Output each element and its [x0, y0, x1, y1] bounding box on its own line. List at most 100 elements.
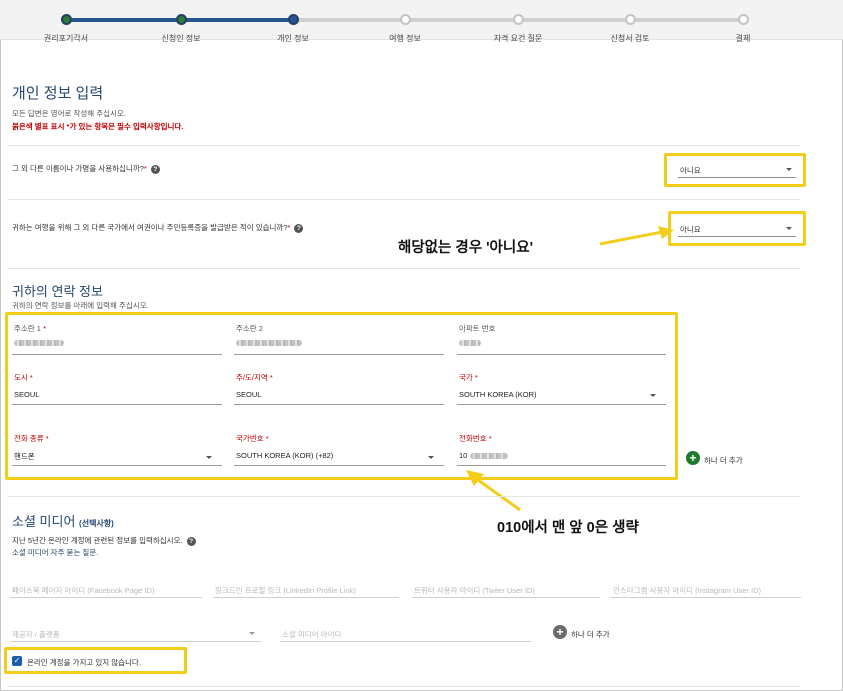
- divider: [8, 199, 800, 200]
- divider: [8, 268, 800, 269]
- social-faq-link[interactable]: 소셜 미디어 자주 묻는 질문.: [12, 547, 98, 558]
- annotation-no-hint: 해당없는 경우 '아니요': [398, 240, 534, 256]
- required-star: *: [143, 164, 147, 173]
- other-passport-value: 아니요: [680, 225, 701, 234]
- step-dot-6: [625, 14, 636, 25]
- annotation-phone-hint-num2: 0: [586, 520, 595, 536]
- country-code-label-text: 국가번호: [236, 434, 264, 443]
- step-dot-4: [400, 14, 411, 25]
- facebook-id-input[interactable]: 페이스북 페이지 아이디 (Facebook Page ID): [12, 585, 154, 596]
- question-other-passport-text: 귀하는 여행을 위해 그 외 다른 국가에서 여권이나 주민등록증을 발급받은 …: [12, 223, 288, 232]
- highlight-box-contact: [5, 312, 678, 480]
- address1-redacted-value: [14, 340, 64, 346]
- other-names-select[interactable]: 아니요: [678, 160, 796, 178]
- other-passport-select[interactable]: 아니요: [678, 219, 796, 237]
- checkbox-checked-icon[interactable]: ✓: [12, 656, 22, 666]
- question-other-names-text: 그 외 다른 이름이나 가명을 사용하십니까?: [12, 164, 144, 173]
- plus-circle-icon[interactable]: +: [686, 451, 700, 465]
- city-label: 도시 *: [14, 372, 33, 383]
- add-social-button[interactable]: 하나 더 추가: [571, 629, 610, 640]
- contact-section-subtitle: 귀하의 연락 정보를 아래에 입력해 주십시오.: [12, 301, 149, 310]
- state-value: SEOUL: [236, 390, 262, 399]
- phone-type-label: 전화 종류 *: [14, 433, 49, 444]
- plus-circle-icon[interactable]: +: [553, 625, 567, 639]
- step-label-travel: 여행 정보: [389, 34, 421, 43]
- divider: [8, 145, 800, 146]
- country-select[interactable]: [457, 404, 666, 405]
- linkedin-link-input[interactable]: 링크드인 프로필 링크 (LinkedIn Profile Link): [215, 585, 356, 596]
- phone-type-select[interactable]: [12, 465, 222, 466]
- select-underline: [678, 236, 796, 237]
- chevron-down-icon: [786, 168, 792, 171]
- social-optional-note: (선택사항): [79, 519, 114, 528]
- twitter-id-input[interactable]: 트위터 사용자 아이디 (Twiter User ID): [414, 585, 535, 596]
- apartment-field[interactable]: [457, 354, 666, 355]
- step-dot-3[interactable]: [288, 14, 299, 25]
- annotation-phone-hint-end: 은 생략: [594, 520, 639, 536]
- required-star: *: [29, 373, 33, 382]
- question-circle-icon[interactable]: ?: [294, 223, 304, 233]
- social-section-title-text: 소셜 미디어: [12, 514, 76, 529]
- social-description-text: 지난 5년간 온라인 계정에 관련된 정보를 입력하십시오.: [12, 536, 183, 545]
- facebook-id-underline: [10, 597, 202, 598]
- chevron-down-icon[interactable]: [206, 456, 212, 459]
- chevron-down-icon[interactable]: [428, 456, 434, 459]
- select-underline: [678, 177, 796, 178]
- add-phone-button[interactable]: 하나 더 추가: [704, 455, 743, 466]
- step-label-eligibility: 자격 요건 질문: [493, 34, 543, 43]
- country-code-label: 국가번호 *: [236, 433, 269, 444]
- address1-label: 주소란 1 *: [14, 323, 46, 334]
- state-label-text: 주/도/지역: [236, 373, 268, 382]
- contact-section-title: 귀하의 연락 정보: [12, 284, 103, 299]
- phone-type-label-text: 전화 종류: [14, 434, 44, 443]
- step-dot-5: [513, 14, 524, 25]
- country-value: SOUTH KOREA (KOR): [459, 390, 537, 399]
- phone-number-label-text: 전화번호: [459, 434, 487, 443]
- question-other-passport: 귀하는 여행을 위해 그 외 다른 국가에서 여권이나 주민등록증을 발급받은 …: [12, 222, 304, 233]
- step-label-personal[interactable]: 개인 정보: [238, 33, 348, 44]
- step-label-waiver[interactable]: 권리포기각서: [11, 33, 121, 44]
- step-dot-2[interactable]: [176, 14, 187, 25]
- provider-underline: [10, 641, 261, 642]
- country-label-text: 국가: [459, 373, 473, 382]
- chevron-down-icon[interactable]: [249, 632, 255, 635]
- required-star: *: [265, 434, 269, 443]
- phone-number-redacted-value: [470, 453, 508, 459]
- required-star: *: [287, 223, 291, 232]
- page-title: 개인 정보 입력: [12, 85, 104, 102]
- country-code-select[interactable]: [234, 465, 444, 466]
- annotation-phone-hint: 010에서 맨 앞 0은 생략: [497, 516, 639, 537]
- phone-number-label: 전화번호 *: [459, 433, 492, 444]
- provider-select[interactable]: 제공자 / 플랫폼: [12, 629, 60, 640]
- question-circle-icon[interactable]: ?: [186, 536, 196, 546]
- chevron-down-icon: [786, 227, 792, 230]
- address2-field[interactable]: [234, 354, 444, 355]
- required-star: *: [43, 324, 46, 333]
- city-field[interactable]: [12, 404, 222, 405]
- apartment-redacted-value: [459, 340, 481, 346]
- linkedin-link-underline: [213, 597, 399, 598]
- divider: [8, 496, 800, 497]
- social-section-title: 소셜 미디어 (선택사항): [12, 511, 114, 530]
- step-label-payment: 결제: [735, 34, 751, 43]
- instagram-id-underline: [611, 597, 801, 598]
- step-label-applicant[interactable]: 신청인 정보: [126, 33, 236, 44]
- question-circle-icon[interactable]: ?: [150, 164, 160, 174]
- arrow-annotation-icon: [599, 226, 674, 246]
- step-dot-1[interactable]: [61, 14, 72, 25]
- instagram-id-input[interactable]: 인스타그램 사용자 아이디 (Instagram User ID): [613, 585, 761, 596]
- step-dot-7: [738, 14, 749, 25]
- divider: [8, 686, 800, 687]
- required-star: *: [474, 373, 478, 382]
- address1-field[interactable]: [12, 354, 222, 355]
- required-star: *: [269, 373, 273, 382]
- state-label: 주/도/지역 *: [236, 372, 273, 383]
- social-description: 지난 5년간 온라인 계정에 관련된 정보를 입력하십시오.?: [12, 535, 196, 546]
- social-id-input[interactable]: 소셜 미디어 아이디: [282, 629, 341, 640]
- no-account-label[interactable]: 온라인 계정을 가지고 있지 않습니다.: [27, 657, 141, 668]
- chevron-down-icon[interactable]: [650, 394, 656, 397]
- country-label: 국가 *: [459, 372, 478, 383]
- twitter-id-underline: [412, 597, 600, 598]
- state-field[interactable]: [234, 404, 444, 405]
- other-names-value: 아니요: [680, 166, 701, 175]
